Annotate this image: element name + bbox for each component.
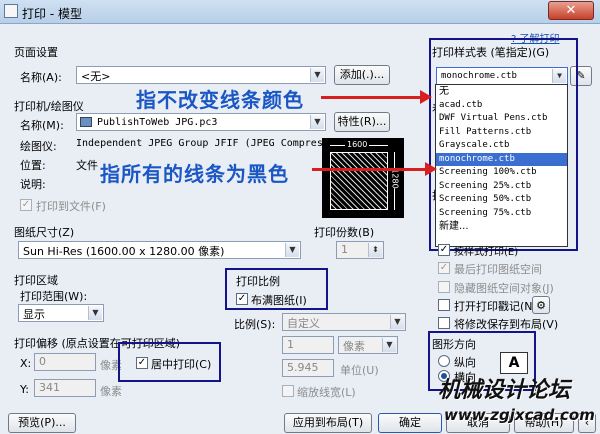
y-offset-label: Y: [20, 383, 29, 396]
plot-range-label: 打印范围(W): [20, 290, 88, 303]
copies-value: 1 [341, 243, 348, 256]
arrowhead-icon [420, 90, 432, 104]
preview-width-label: 1600 [345, 140, 370, 149]
page-setup-value: <无> [81, 70, 111, 83]
last-plot-checkbox[interactable]: ✓ [438, 262, 450, 274]
scale-lineweight-checkbox[interactable] [282, 385, 294, 397]
save-to-layout-label: 将修改保存到布局(V) [454, 318, 559, 331]
fit-to-paper-label: 布满图纸(I) [251, 294, 307, 307]
plot-range-value: 显示 [23, 308, 45, 321]
scale-unit-1: 像素 [343, 340, 365, 353]
scale-select[interactable]: 自定义 ▼ [282, 313, 406, 331]
scale-value-1-input[interactable]: 1 [282, 336, 334, 354]
stamp-icon: ⚙ [536, 299, 546, 312]
add-button[interactable]: 添加(.)... [334, 65, 390, 85]
apply-to-layout-button[interactable]: 应用到布局(T) [284, 413, 372, 433]
watermark-title: 机械设计论坛 [438, 378, 571, 403]
printer-select[interactable]: PublishToWeb JPG.pc3 ▼ [76, 113, 326, 131]
stamp-settings-button[interactable]: ⚙ [532, 296, 550, 314]
copies-heading: 打印份数(B) [314, 226, 375, 239]
paper-size-heading: 图纸尺寸(Z) [14, 226, 75, 239]
properties-button[interactable]: 特性(R)... [334, 112, 390, 132]
paper-size-value: Sun Hi-Res (1600.00 x 1280.00 像素) [23, 245, 225, 258]
scale-lineweight-label: 缩放线宽(L) [297, 386, 356, 399]
preview-height-label: 1280 [390, 168, 400, 189]
scale-label: 比例(S): [234, 318, 276, 331]
chevron-down-icon: ▼ [310, 68, 324, 82]
printer-app-icon [4, 4, 18, 18]
chevron-down-icon: ▼ [88, 306, 102, 320]
scale-value-1: 1 [287, 338, 294, 351]
copies-stepper[interactable]: 1 ⬍ [336, 241, 384, 259]
print-to-file-label: 打印到文件(F) [36, 200, 106, 213]
stepper-arrows-icon: ⬍ [368, 243, 382, 257]
scale-value-2: 5.945 [287, 361, 319, 374]
title-bar: 打印 - 模型 ✕ [0, 0, 600, 24]
close-button[interactable]: ✕ [548, 1, 594, 20]
plotter-icon [80, 117, 92, 127]
printer-name-label: 名称(M): [20, 119, 64, 132]
plotter-value: Independent JPEG Group JFIF (JPEG Compre… [76, 138, 353, 149]
save-to-layout-checkbox[interactable] [438, 317, 450, 329]
paper-size-select[interactable]: Sun Hi-Res (1600.00 x 1280.00 像素) ▼ [18, 241, 301, 259]
page-setup-select[interactable]: <无> ▼ [76, 66, 326, 84]
annotation-keep-colors: 指不改变线条颜色 [136, 88, 304, 112]
scale-value: 自定义 [287, 317, 320, 330]
preview-hatch [330, 152, 388, 210]
preview-button[interactable]: 预览(P)... [8, 413, 76, 433]
location-label: 位置: [20, 159, 46, 172]
scale-unit-1-select[interactable]: 像素 ▼ [338, 336, 398, 354]
hide-objects-checkbox[interactable] [438, 281, 450, 293]
location-value: 文件 [76, 159, 98, 172]
x-offset-label: X: [20, 357, 32, 370]
portrait-radio[interactable] [438, 355, 450, 367]
arrowhead-icon [425, 162, 437, 176]
y-offset-input[interactable]: 341 [34, 379, 96, 397]
hide-objects-label: 隐藏图纸空间对象(J) [454, 282, 554, 295]
plot-scale-heading: 打印比例 [236, 275, 280, 288]
printer-value: PublishToWeb JPG.pc3 [97, 117, 218, 128]
printer-heading: 打印机/绘图仪 [14, 100, 84, 113]
plotter-label: 绘图仪: [20, 140, 57, 153]
plot-with-styles-label: 按样式打印(E) [454, 247, 519, 258]
x-offset-value: 0 [39, 355, 46, 368]
chevron-down-icon: ▼ [390, 315, 404, 329]
plot-style-highlight-box [429, 38, 578, 251]
orientation-heading: 图形方向 [432, 338, 476, 351]
center-plot-label: 居中打印(C) [151, 358, 212, 371]
last-plot-label: 最后打印图纸空间 [454, 263, 542, 276]
description-label: 说明: [20, 178, 46, 191]
annotation-arrow-top [321, 96, 427, 99]
annotation-all-black: 指所有的线条为黑色 [100, 162, 289, 186]
page-setup-heading: 页面设置 [14, 46, 58, 59]
plot-with-styles-checkbox[interactable]: ✓ [438, 244, 450, 256]
portrait-label: 纵向 [454, 356, 476, 369]
plot-range-select[interactable]: 显示 ▼ [18, 304, 104, 322]
print-to-file-checkbox[interactable]: ✓ [20, 199, 32, 211]
plot-stamp-label: 打开打印戳记(N) [454, 300, 537, 313]
center-plot-checkbox[interactable]: ✓ [136, 357, 148, 369]
chevron-down-icon: ▼ [285, 243, 299, 257]
y-offset-value: 341 [39, 381, 60, 394]
scale-value-2-input[interactable]: 5.945 [282, 359, 334, 377]
paper-preview: 1600 1280 [322, 138, 404, 218]
plot-stamp-checkbox[interactable] [438, 299, 450, 311]
fit-to-paper-checkbox[interactable]: ✓ [236, 293, 248, 305]
window-title: 打印 - 模型 [22, 7, 82, 21]
x-offset-input[interactable]: 0 [34, 353, 96, 371]
watermark: 机械设计论坛 www.zgjxcad.com [430, 370, 600, 434]
plot-area-heading: 打印区域 [14, 274, 58, 287]
chevron-down-icon: ▼ [382, 338, 396, 352]
y-offset-unit: 像素 [100, 385, 122, 398]
watermark-url: www.zgjxcad.com [444, 406, 595, 424]
scale-unit-2: 单位(U) [340, 364, 379, 377]
page-setup-name-label: 名称(A): [20, 71, 62, 84]
annotation-arrow-middle [312, 168, 428, 171]
chevron-down-icon: ▼ [310, 115, 324, 129]
